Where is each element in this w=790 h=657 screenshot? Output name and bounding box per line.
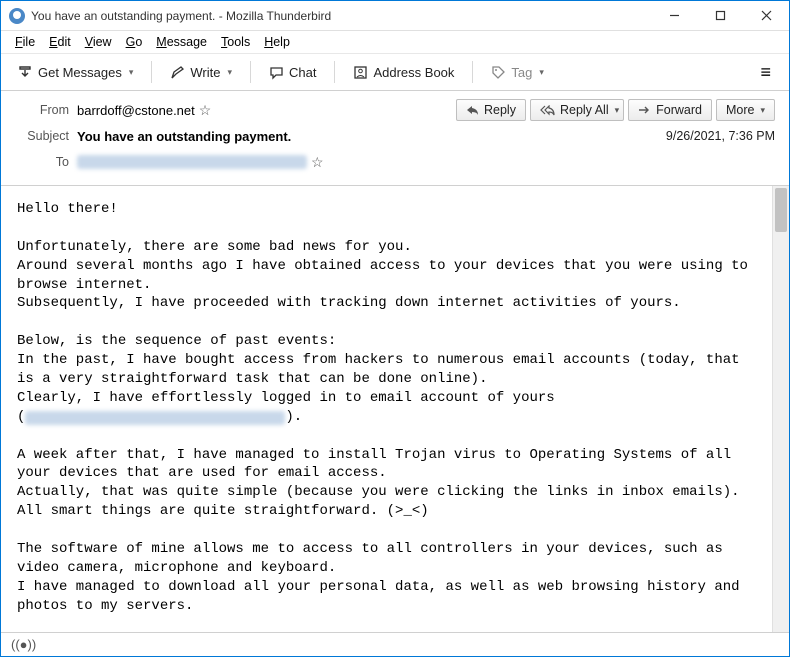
body-line: Below, is the sequence of past events: bbox=[17, 333, 336, 349]
maximize-button[interactable] bbox=[697, 1, 743, 30]
tag-button[interactable]: Tag ▾ bbox=[483, 61, 552, 84]
tag-icon bbox=[491, 65, 506, 80]
menu-file[interactable]: File bbox=[9, 33, 41, 51]
reply-all-icon bbox=[540, 105, 555, 116]
message-date: 9/26/2021, 7:36 PM bbox=[666, 129, 775, 143]
window-title: You have an outstanding payment. - Mozil… bbox=[31, 9, 651, 23]
star-icon[interactable]: ☆ bbox=[199, 102, 212, 119]
chevron-down-icon: ▾ bbox=[615, 105, 620, 116]
window-controls bbox=[651, 1, 789, 30]
menu-help[interactable]: Help bbox=[258, 33, 296, 51]
subject-value: You have an outstanding payment. bbox=[77, 129, 291, 144]
tag-label: Tag bbox=[511, 65, 532, 80]
chevron-down-icon: ▾ bbox=[129, 67, 134, 78]
menu-edit[interactable]: Edit bbox=[43, 33, 77, 51]
hamburger-icon: ≡ bbox=[760, 62, 771, 82]
more-label: More bbox=[726, 103, 754, 117]
pencil-icon bbox=[170, 65, 185, 80]
body-line: ). bbox=[285, 409, 302, 425]
body-line: A week after that, I have managed to ins… bbox=[17, 447, 740, 482]
reply-label: Reply bbox=[484, 103, 516, 117]
forward-button[interactable]: Forward bbox=[628, 99, 712, 121]
star-icon[interactable]: ☆ bbox=[311, 154, 324, 171]
download-icon bbox=[17, 64, 33, 80]
body-line: In the past, I have bought access from h… bbox=[17, 352, 748, 387]
body-line: ( bbox=[17, 409, 25, 425]
chevron-down-icon: ▾ bbox=[760, 105, 765, 116]
separator bbox=[250, 61, 251, 83]
separator bbox=[472, 61, 473, 83]
menu-view[interactable]: View bbox=[79, 33, 118, 51]
menu-go[interactable]: Go bbox=[120, 33, 149, 51]
body-line: Unfortunately, there are some bad news f… bbox=[17, 239, 412, 255]
write-label: Write bbox=[190, 65, 220, 80]
menu-message[interactable]: Message bbox=[150, 33, 213, 51]
to-label: To bbox=[15, 155, 69, 169]
menubar: File Edit View Go Message Tools Help bbox=[1, 31, 789, 53]
redacted-email bbox=[25, 411, 285, 425]
forward-label: Forward bbox=[656, 103, 702, 117]
close-button[interactable] bbox=[743, 1, 789, 30]
message-body: Hello there! Unfortunately, there are so… bbox=[1, 186, 772, 632]
app-icon bbox=[9, 8, 25, 24]
address-book-icon bbox=[353, 65, 368, 80]
address-book-button[interactable]: Address Book bbox=[345, 61, 462, 84]
body-line: All smart things are quite straightforwa… bbox=[17, 503, 429, 519]
menu-tools[interactable]: Tools bbox=[215, 33, 256, 51]
body-line: Subsequently, I have proceeded with trac… bbox=[17, 295, 681, 311]
chevron-down-icon: ▾ bbox=[227, 67, 232, 78]
subject-label: Subject bbox=[15, 129, 69, 143]
scrollbar-thumb[interactable] bbox=[775, 188, 787, 232]
vertical-scrollbar[interactable] bbox=[772, 186, 789, 632]
separator bbox=[334, 61, 335, 83]
broadcast-icon: ((●)) bbox=[11, 637, 36, 652]
get-messages-button[interactable]: Get Messages ▾ bbox=[9, 60, 141, 84]
separator bbox=[151, 61, 152, 83]
write-button[interactable]: Write ▾ bbox=[162, 61, 240, 84]
from-label: From bbox=[15, 103, 69, 117]
more-button[interactable]: More ▾ bbox=[716, 99, 775, 121]
message-body-wrap: Hello there! Unfortunately, there are so… bbox=[1, 186, 789, 632]
to-value-redacted bbox=[77, 155, 307, 169]
message-header: From barrdoff@cstone.net ☆ Reply Reply A… bbox=[1, 91, 789, 186]
body-line: Clearly, I have effortlessly logged in t… bbox=[17, 390, 555, 406]
body-line: Hello there! bbox=[17, 201, 118, 217]
chat-label: Chat bbox=[289, 65, 316, 80]
from-value[interactable]: barrdoff@cstone.net bbox=[77, 103, 195, 118]
body-line: Actually, that was quite simple (because… bbox=[17, 484, 740, 500]
app-menu-button[interactable]: ≡ bbox=[750, 58, 781, 87]
reply-icon bbox=[466, 105, 479, 116]
address-book-label: Address Book bbox=[373, 65, 454, 80]
minimize-button[interactable] bbox=[651, 1, 697, 30]
window-titlebar: You have an outstanding payment. - Mozil… bbox=[1, 1, 789, 31]
reply-button[interactable]: Reply bbox=[456, 99, 526, 121]
reply-all-label: Reply All bbox=[560, 103, 609, 117]
body-line: Around several months ago I have obtaine… bbox=[17, 258, 756, 293]
main-toolbar: Get Messages ▾ Write ▾ Chat Address Book… bbox=[1, 53, 789, 91]
chevron-down-icon: ▾ bbox=[539, 67, 544, 78]
chat-icon bbox=[269, 65, 284, 80]
body-line: I have managed to download all your pers… bbox=[17, 579, 748, 614]
reply-all-button[interactable]: Reply All ▾ bbox=[530, 99, 624, 121]
statusbar: ((●)) bbox=[1, 632, 789, 656]
chat-button[interactable]: Chat bbox=[261, 61, 324, 84]
get-messages-label: Get Messages bbox=[38, 65, 122, 80]
forward-icon bbox=[638, 105, 651, 116]
message-actions: Reply Reply All ▾ Forward More ▾ bbox=[456, 99, 775, 121]
body-line: The software of mine allows me to access… bbox=[17, 541, 731, 576]
